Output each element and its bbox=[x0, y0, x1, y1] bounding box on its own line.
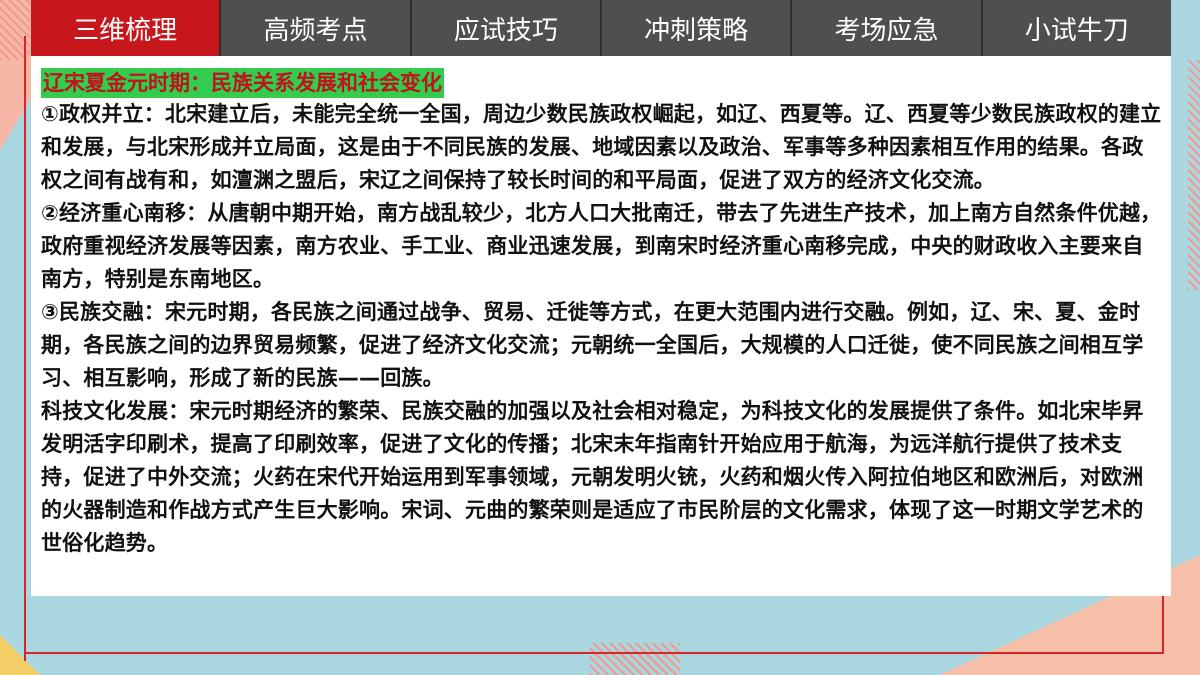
decor-yellow-triangle-bottom-left bbox=[0, 635, 40, 675]
tab-practice[interactable]: 小试牛刀 bbox=[982, 0, 1171, 56]
paragraph-economic-center-shift: ②经济重心南移：从唐朝中期开始，南方战乱较少，北方人口大批南迁，带去了先进生产技… bbox=[41, 201, 1162, 291]
tab-bar: 三维梳理 高频考点 应试技巧 冲刺策略 考场应急 小试牛刀 bbox=[31, 0, 1171, 56]
tab-high-frequency-points[interactable]: 高频考点 bbox=[221, 0, 412, 56]
frame-bottom-line bbox=[24, 652, 1164, 654]
frame-left-line bbox=[24, 36, 26, 661]
tab-exam-skills[interactable]: 应试技巧 bbox=[411, 0, 602, 56]
tab-exam-emergency[interactable]: 考场应急 bbox=[792, 0, 983, 56]
section-heading: 辽宋夏金元时期：民族关系发展和社会变化 bbox=[41, 68, 444, 98]
paragraph-ethnic-integration: ③民族交融：宋元时期，各民族之间通过战争、贸易、迁徙等方式，在更大范围内进行交融… bbox=[41, 300, 1144, 390]
paragraph-political-coexistence: ①政权并立：北宋建立后，未能完全统一全国，周边少数民族政权崛起，如辽、西夏等。辽… bbox=[41, 102, 1162, 192]
content-panel: 辽宋夏金元时期：民族关系发展和社会变化 ①政权并立：北宋建立后，未能完全统一全国… bbox=[31, 56, 1171, 596]
tab-three-dimensional-review[interactable]: 三维梳理 bbox=[31, 0, 222, 56]
paragraph-science-culture: 科技文化发展：宋元时期经济的繁荣、民族交融的加强以及社会相对稳定，为科技文化的发… bbox=[41, 399, 1144, 555]
decor-stripes-bottom bbox=[590, 643, 680, 675]
tab-sprint-strategy[interactable]: 冲刺策略 bbox=[601, 0, 793, 56]
decor-stripes-right bbox=[1188, 60, 1200, 290]
